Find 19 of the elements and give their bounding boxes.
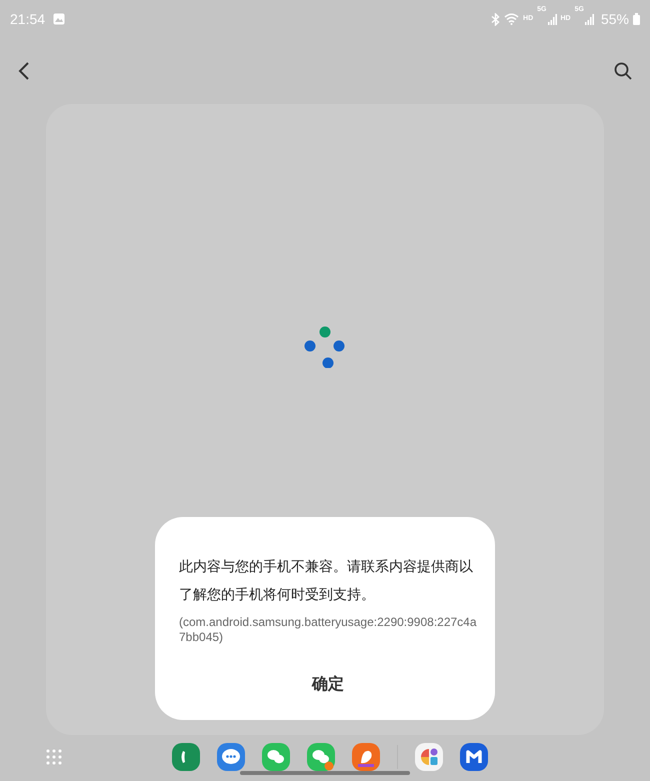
loading-spinner-icon [304, 326, 346, 368]
confirm-button[interactable]: 确定 [296, 669, 360, 701]
battery-percentage: 55% [600, 10, 629, 28]
app-icon[interactable] [460, 743, 488, 771]
signal-icon [584, 14, 594, 24]
messenger-app-icon[interactable] [307, 743, 335, 771]
signal-icon [548, 14, 556, 24]
wifi-icon [504, 13, 520, 25]
battery-icon [633, 13, 640, 25]
back-icon[interactable] [18, 62, 30, 80]
dialog-message: 此内容与您的手机不兼容。请联系内容提供商以了解您的手机将何时受到支持。 [179, 558, 474, 605]
phone-app-icon[interactable] [172, 743, 200, 771]
messenger-app-icon[interactable] [262, 743, 290, 771]
clock: 21:54 [10, 10, 46, 28]
search-icon[interactable] [614, 62, 632, 80]
bluetooth-icon [491, 12, 500, 26]
error-detail: (com.android.samsung.batteryusage:2290:9908:227c4a7bb045) [179, 615, 477, 645]
image-icon [53, 13, 66, 25]
chat-app-icon[interactable] [217, 743, 245, 771]
